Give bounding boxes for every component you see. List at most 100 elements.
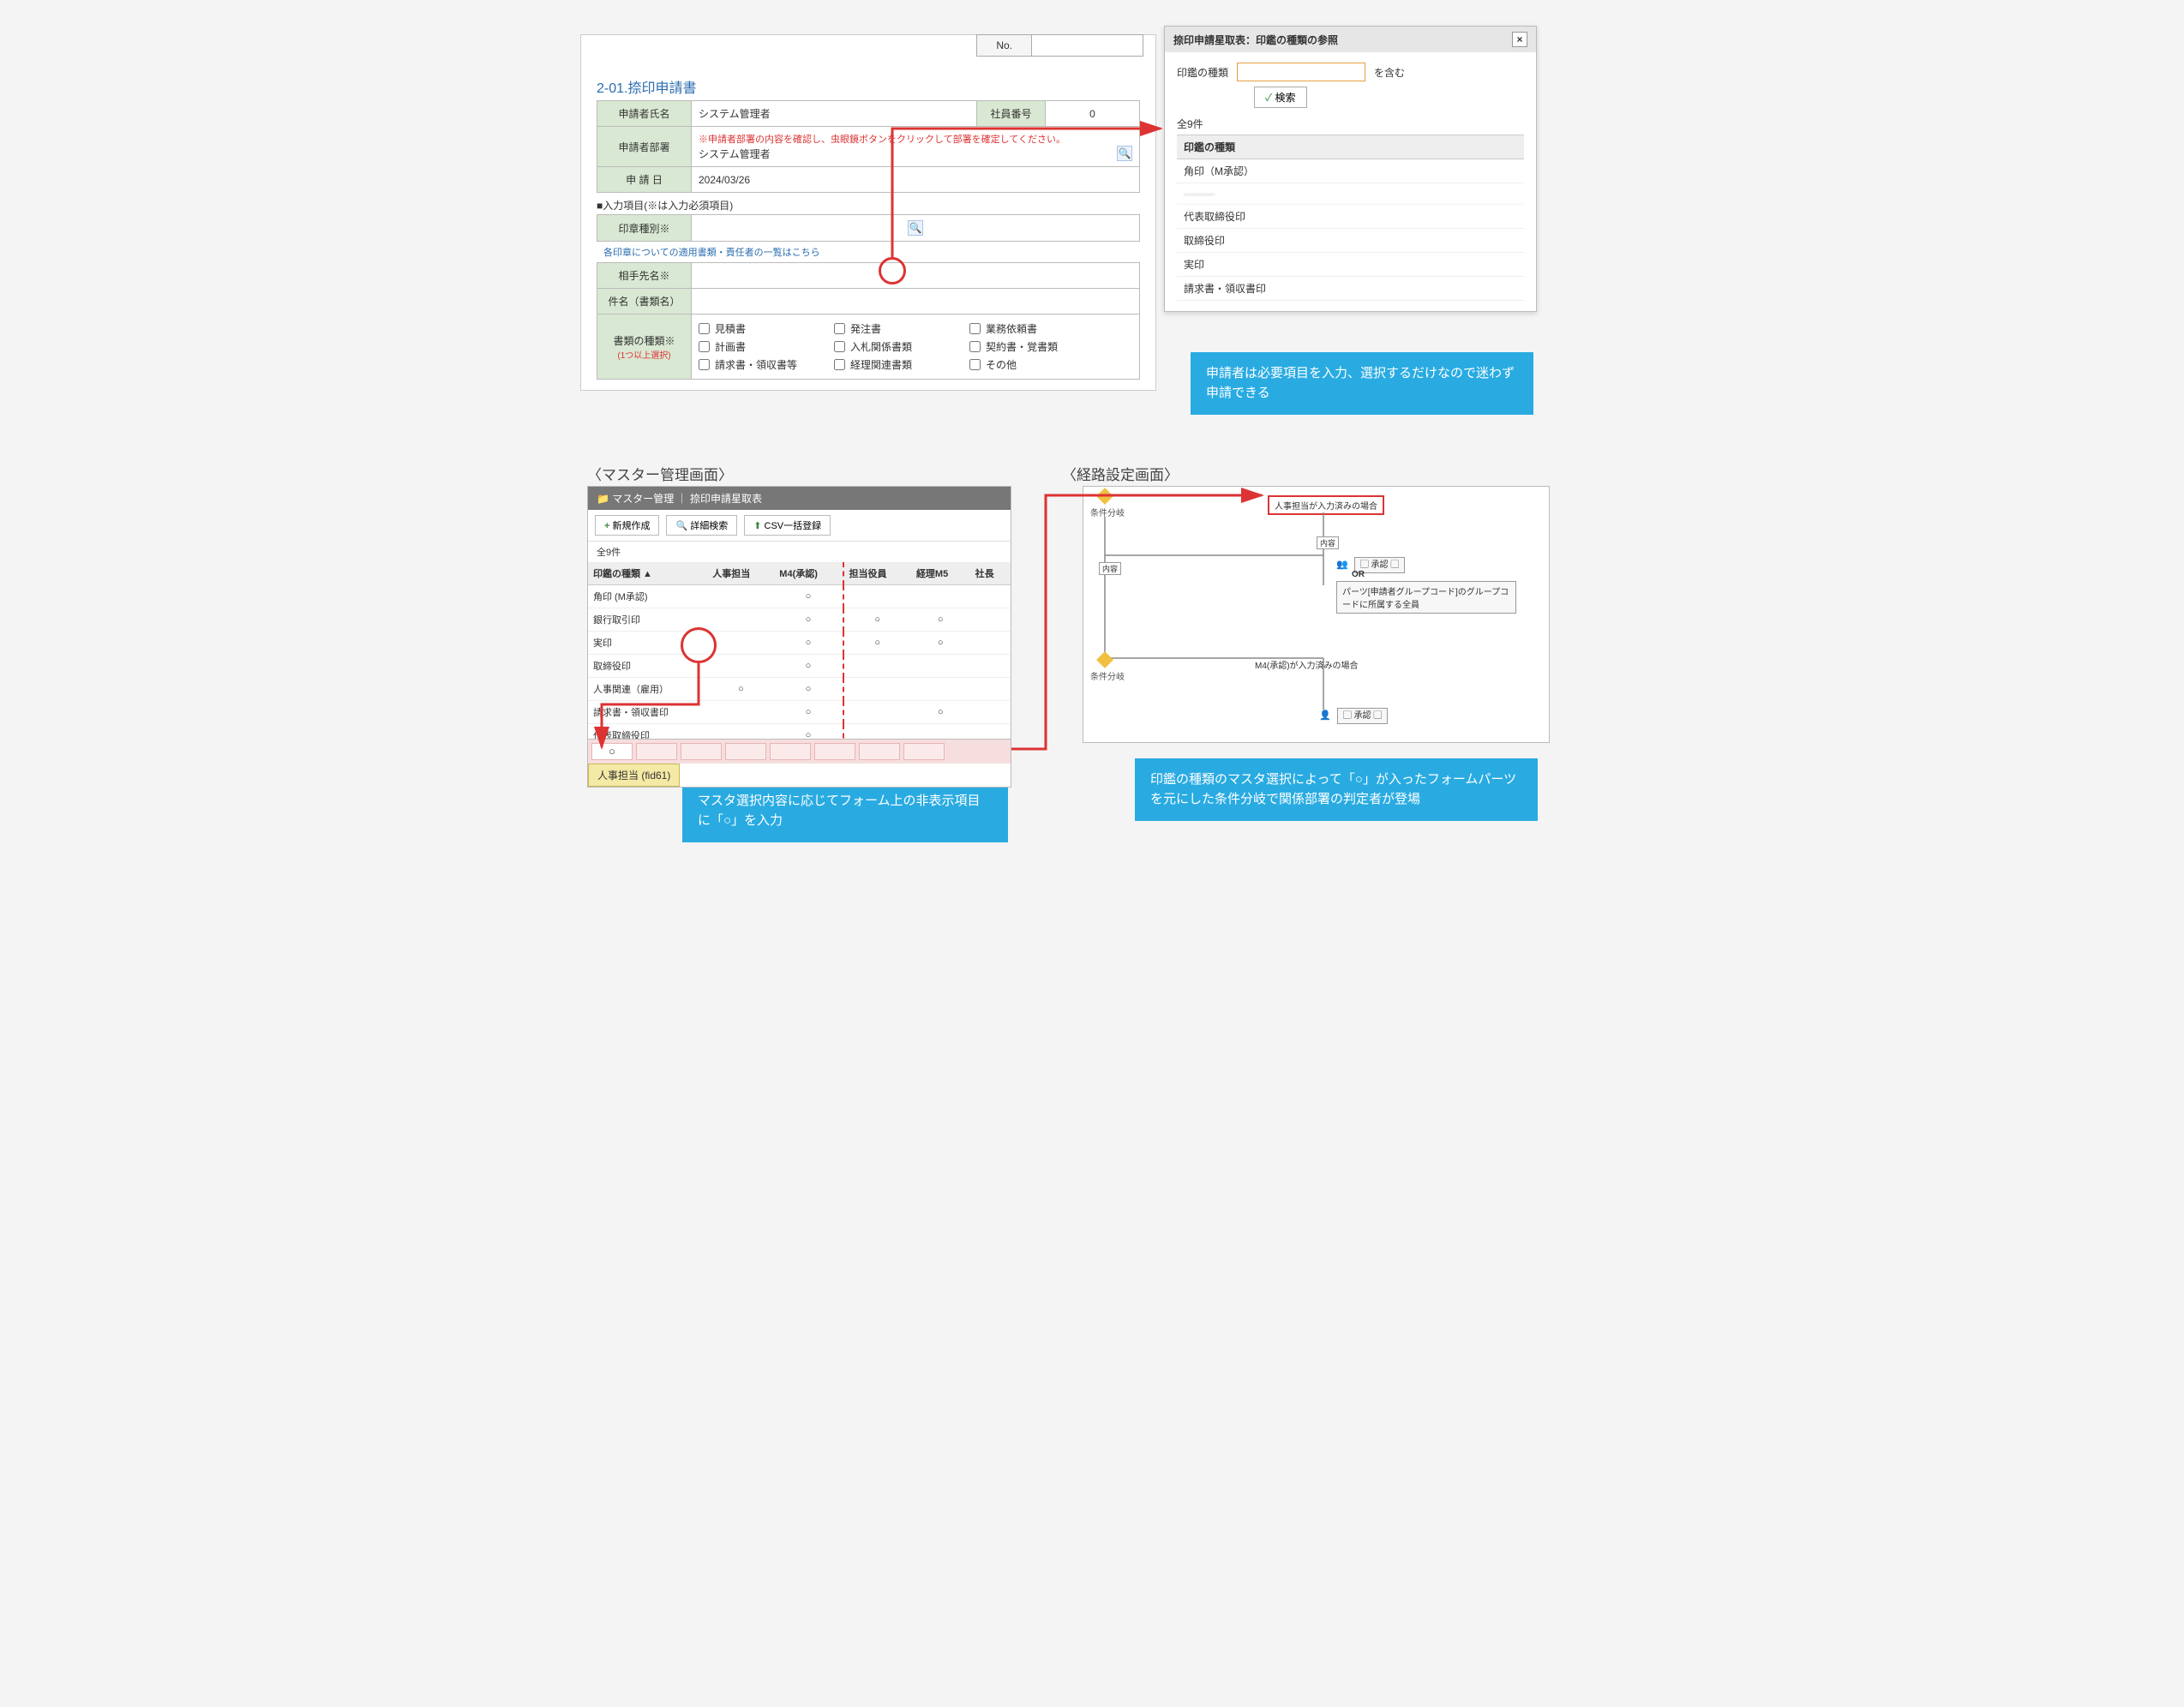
list-item[interactable]: 請求書・領収書印: [1177, 277, 1524, 301]
seal-search-icon[interactable]: 🔍: [908, 220, 923, 236]
doc-type-checkbox[interactable]: 経理関連書類: [834, 357, 945, 372]
applicant-dept: システム管理者: [699, 147, 771, 161]
master-table: 印鑑の種類 ▲ 人事担当 M4(承認) 担当役員 経理M5 社長 角印 (M承認…: [588, 562, 1011, 747]
radio-cell[interactable]: [814, 743, 855, 760]
detail-table: 相手先名※ 件名（書類名） 書類の種類※ (1つ以上選択) 見積書 発注書 業務…: [597, 262, 1140, 380]
master-panel: マスター管理 ｜ 捺印申請星取表 新規作成 詳細検索 CSV一括登録 全9件 印…: [587, 486, 1011, 748]
route-lines: [1083, 487, 1550, 743]
form-strip: ○ 人事担当 (fid61): [587, 739, 1011, 788]
search-button[interactable]: 検索: [1254, 87, 1307, 108]
list-header: 印鑑の種類: [1177, 135, 1524, 159]
dialog-count: 全9件: [1177, 117, 1524, 131]
counterpart-input[interactable]: [692, 263, 1140, 289]
dialog-field-label: 印鑑の種類: [1177, 65, 1228, 80]
master-heading: 〈マスター管理画面〉: [587, 463, 733, 484]
branch-label: 条件分岐: [1090, 669, 1125, 682]
radio-cell[interactable]: [770, 743, 811, 760]
applicant-dept-cell: ※申請者部署の内容を確認し、虫眼鏡ボタンをクリックして部署を確定してください。 …: [692, 127, 1140, 167]
route-heading: 〈経路設定画面〉: [1062, 463, 1179, 484]
apply-date: 2024/03/26: [692, 167, 1140, 193]
close-icon[interactable]: ×: [1512, 32, 1527, 47]
radio-cell[interactable]: [859, 743, 900, 760]
doc-type-checkbox[interactable]: その他: [969, 357, 1081, 372]
new-button[interactable]: 新規作成: [595, 515, 659, 536]
radio-cell[interactable]: [903, 743, 945, 760]
list-item[interactable]: ———: [1177, 183, 1524, 205]
form-title: 2-01.捺印申請書: [597, 76, 1140, 97]
radio-cell[interactable]: [681, 743, 722, 760]
dept-note: ※申請者部署の内容を確認し、虫眼鏡ボタンをクリックして部署を確定してください。: [699, 132, 1132, 146]
table-row[interactable]: 取締役印○: [588, 655, 1011, 678]
doc-type-checkbox[interactable]: 業務依頼書: [969, 321, 1081, 336]
callout-3: 印鑑の種類のマスタ選択によって「○」が入ったフォームパーツを元にした条件分岐で関…: [1135, 758, 1538, 821]
applicant-name: システム管理者: [692, 101, 977, 127]
counterpart-label: 相手先名※: [597, 263, 692, 289]
table-row[interactable]: 請求書・領収書印○○: [588, 701, 1011, 724]
arrow-tag: 内容: [1099, 562, 1121, 575]
radio-cell[interactable]: [636, 743, 677, 760]
application-form: No. 2-01.捺印申請書 申請者氏名 システム管理者 社員番号 0 申請者部…: [580, 34, 1156, 391]
col-m4: M4(承認): [774, 562, 843, 585]
input-table: 印章種別※ 🔍: [597, 214, 1140, 242]
approver-group: 👥 ▢ 承認 ▢ OR パーツ[申請者グループコード]のグループコードに所属する…: [1336, 557, 1516, 614]
arrow-tag: 内容: [1317, 536, 1339, 549]
no-value: [1032, 34, 1143, 57]
callout-2: マスタ選択内容に応じてフォーム上の非表示項目に「○」を入力: [682, 780, 1008, 842]
dialog-suffix: を含む: [1374, 65, 1405, 80]
route-condition-2: M4(承認)が入力済みの場合: [1255, 658, 1359, 671]
approver-group: 👤 ▢ 承認 ▢: [1319, 708, 1388, 721]
no-label: No.: [976, 34, 1032, 57]
radio-cell[interactable]: ○: [591, 743, 633, 760]
applicant-dept-label: 申請者部署: [597, 127, 692, 167]
doc-type-checkbox[interactable]: 入札関係書類: [834, 339, 945, 354]
col-m5: 経理M5: [911, 562, 970, 585]
detail-search-button[interactable]: 詳細検索: [666, 515, 737, 536]
dept-search-icon[interactable]: 🔍: [1117, 146, 1132, 161]
list-item[interactable]: 実印: [1177, 253, 1524, 277]
doc-type-checkbox[interactable]: 請求書・領収書等: [699, 357, 810, 372]
branch-diamond-icon: [1096, 651, 1113, 668]
list-item[interactable]: 取締役印: [1177, 229, 1524, 253]
subject-label: 件名（書類名）: [597, 289, 692, 314]
doc-type-label: 書類の種類※ (1つ以上選択): [597, 314, 692, 380]
table-row[interactable]: 銀行取引印○○○: [588, 608, 1011, 632]
form-field-label: 人事担当 (fid61): [588, 764, 680, 787]
table-row[interactable]: 角印 (M承認)○: [588, 585, 1011, 608]
csv-button[interactable]: CSV一括登録: [744, 515, 831, 536]
table-row[interactable]: 人事関連（雇用）○○: [588, 678, 1011, 701]
seal-type-search-input[interactable]: [1237, 63, 1365, 81]
seal-type-dialog: 捺印申請星取表：印鑑の種類の参照 × 印鑑の種類 を含む 検索 全9件 印鑑の種…: [1164, 26, 1537, 312]
seal-type-cell: 🔍: [692, 215, 1140, 242]
no-field: No.: [976, 34, 1143, 57]
seal-type-label: 印章種別※: [597, 215, 692, 242]
seal-note-link[interactable]: 各印章についての適用書類・責任者の一覧はこちら: [597, 242, 1140, 262]
emp-no-label: 社員番号: [977, 101, 1046, 127]
apply-date-label: 申 請 日: [597, 167, 692, 193]
approver-desc: パーツ[申請者グループコード]のグループコードに所属する全員: [1336, 581, 1516, 614]
list-item[interactable]: 角印（M承認）: [1177, 159, 1524, 183]
col-pres: 社長: [970, 562, 1011, 585]
person-icon: 👤: [1319, 710, 1331, 721]
input-section-label: ■入力項目(※は入力必須項目): [597, 198, 1140, 213]
col-officer: 担当役員: [843, 562, 911, 585]
emp-no: 0: [1046, 101, 1140, 127]
callout-1: 申請者は必要項目を入力、選択するだけなので迷わず申請できる: [1191, 352, 1533, 415]
dialog-title: 捺印申請星取表：印鑑の種類の参照: [1173, 33, 1338, 47]
col-type[interactable]: 印鑑の種類 ▲: [588, 562, 707, 585]
master-header: マスター管理 ｜ 捺印申請星取表: [588, 487, 1011, 510]
master-count: 全9件: [588, 542, 1011, 562]
col-hr: 人事担当: [707, 562, 774, 585]
table-row[interactable]: 実印○○○: [588, 632, 1011, 655]
doc-type-checkbox[interactable]: 発注書: [834, 321, 945, 336]
doc-type-checkbox[interactable]: 契約書・覚書類: [969, 339, 1081, 354]
doc-type-cell: 見積書 発注書 業務依頼書 計画書 入札関係書類 契約書・覚書類 請求書・領収書…: [692, 314, 1140, 380]
applicant-name-label: 申請者氏名: [597, 101, 692, 127]
seal-type-list: 印鑑の種類 角印（M承認） ——— 代表取締役印 取締役印 実印 請求書・領収書…: [1177, 135, 1524, 301]
radio-cell[interactable]: [725, 743, 766, 760]
doc-type-checkbox[interactable]: 見積書: [699, 321, 810, 336]
doc-type-checkbox[interactable]: 計画書: [699, 339, 810, 354]
route-panel: 条件分岐 人事担当が入力済みの場合 内容 内容 👥 ▢ 承認 ▢ OR パーツ[…: [1083, 486, 1550, 743]
list-item[interactable]: 代表取締役印: [1177, 205, 1524, 229]
subject-input[interactable]: [692, 289, 1140, 314]
person-icon: 👥: [1336, 560, 1348, 570]
